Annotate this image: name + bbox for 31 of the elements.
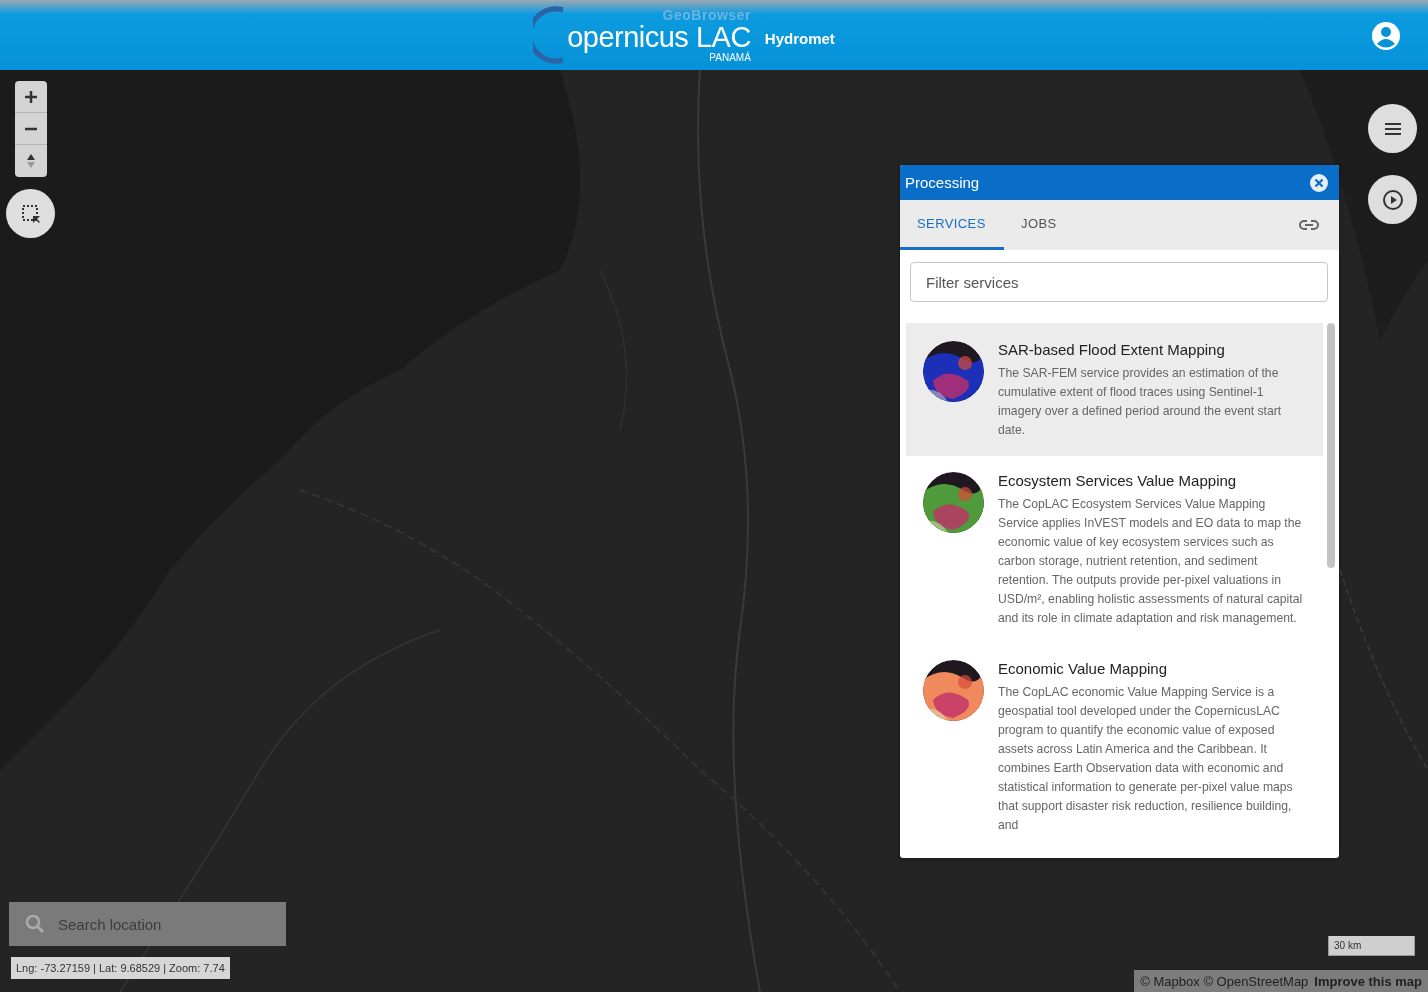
- service-description: The SAR-FEM service provides an estimation of the cumulative extent of flood traces using Sentinel-1 imagery over a defined period around the event start date.: [998, 365, 1283, 439]
- panel-title: Processing: [905, 174, 980, 191]
- service-title: Ecosystem Services Value Mapping: [998, 472, 1238, 489]
- scale-bar: 30 km: [1328, 936, 1415, 956]
- service-title: SAR-based Flood Extent Mapping: [998, 341, 1226, 358]
- app-name: Hydromet: [764, 29, 835, 47]
- coordinates-readout: Lng: -73.27159 | Lat: 9.68529 | Zoom: 7.74: [11, 957, 230, 979]
- improve-map-link[interactable]: Improve this map: [1314, 973, 1422, 989]
- service-item[interactable]: SAR-based Flood Extent Mapping The SAR-FEM service provides an estimation of the cumulative extent of flood traces using Sentinel-1 imagery over a defined period around the event start date.: [906, 323, 1323, 456]
- profile-icon[interactable]: [1371, 21, 1401, 51]
- close-icon: [1309, 172, 1329, 193]
- link-icon: [1299, 219, 1319, 231]
- compass-icon: [24, 154, 38, 168]
- scrollbar-thumb[interactable]: [1327, 323, 1335, 568]
- search-icon: [25, 914, 45, 934]
- play-icon: [1381, 188, 1404, 211]
- service-description: The CopLAC economic Value Mapping Service is a geospatial tool developed under the CopernicusLAC program to quantify the economic value of exposed assets across Latin America and the Caribbean. It combines Earth Observation data with economic and statistical information to generate per-pixel value maps that support disaster risk reduction, resilience building, and: [998, 684, 1294, 834]
- attribution-text: © Mapbox © OpenStreetMap: [1140, 973, 1309, 989]
- service-description: The CopLAC Ecosystem Services Value Mapping Service applies InVEST models and EO data to map the economic value of key ecosystem services such as carbon storage, nutrient retention, and sediment retention. The outputs provide per-pixel valuations in USD/m², enabling holistic assessments of natural capital and its role in climate adaptation and risk management.: [998, 496, 1304, 627]
- logo-country: PANAMÁ: [709, 52, 751, 63]
- logo-title: opernicus LAC: [567, 22, 751, 52]
- search-field[interactable]: Search location: [9, 902, 286, 946]
- tab[interactable]: SERVICES: [900, 200, 1004, 250]
- service-title: Economic Value Mapping: [998, 660, 1168, 677]
- logo-subtitle: GeoBrowser: [662, 7, 751, 22]
- filter-field[interactable]: Filter services: [910, 262, 1328, 302]
- close-button[interactable]: [1309, 172, 1329, 193]
- link-button[interactable]: [1299, 219, 1319, 231]
- tab[interactable]: JOBS: [1004, 200, 1108, 250]
- plus-icon: [24, 89, 38, 104]
- selection-icon: [19, 202, 42, 225]
